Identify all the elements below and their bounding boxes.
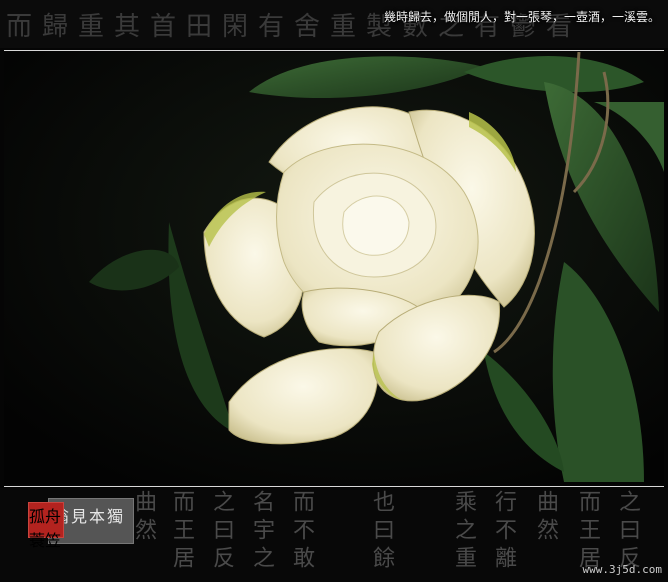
background-calligraphy: 名宇之	[249, 490, 274, 574]
background-calligraphy: 乘之重	[451, 490, 476, 574]
background-calligraphy: 而王居	[575, 490, 600, 574]
background-calligraphy: 行不離	[491, 490, 516, 574]
background-calligraphy: 之曰反	[615, 490, 640, 574]
background-calligraphy: 而不敢	[289, 490, 314, 574]
flower-illustration	[4, 52, 664, 484]
red-seal: 孤舟蓑笠	[28, 502, 64, 550]
bottom-divider	[4, 486, 664, 487]
picture-frame: 而歸重其首田閑有舍重製數之有鬱看 幾時歸去，做個閒人，對一張琴，一壺酒，一溪雲。	[0, 0, 668, 582]
top-divider	[4, 50, 664, 51]
gardenia-photo	[4, 52, 664, 484]
background-calligraphy: 也曰餘	[369, 490, 394, 574]
background-calligraphy: 曲然	[533, 490, 558, 546]
inner-petal	[342, 195, 410, 256]
poem-caption: 幾時歸去，做個閒人，對一張琴，一壺酒，一溪雲。	[383, 10, 660, 24]
background-calligraphy: 而王居	[169, 490, 194, 574]
top-calligraphy-band: 而歸重其首田閑有舍重製數之有鬱看 幾時歸去，做個閒人，對一張琴，一壺酒，一溪雲。	[0, 0, 668, 48]
bottom-calligraphy-band: 曲然 而王居 之曰反 名宇之 而不敢 也曰餘 乘之重 行不離 曲然 而王居 之曰…	[0, 488, 668, 582]
background-calligraphy: 之曰反	[209, 490, 234, 574]
site-watermark: www.3j5d.com	[582, 563, 662, 576]
seal-stamp: 孤舟蓑笠	[28, 502, 64, 550]
